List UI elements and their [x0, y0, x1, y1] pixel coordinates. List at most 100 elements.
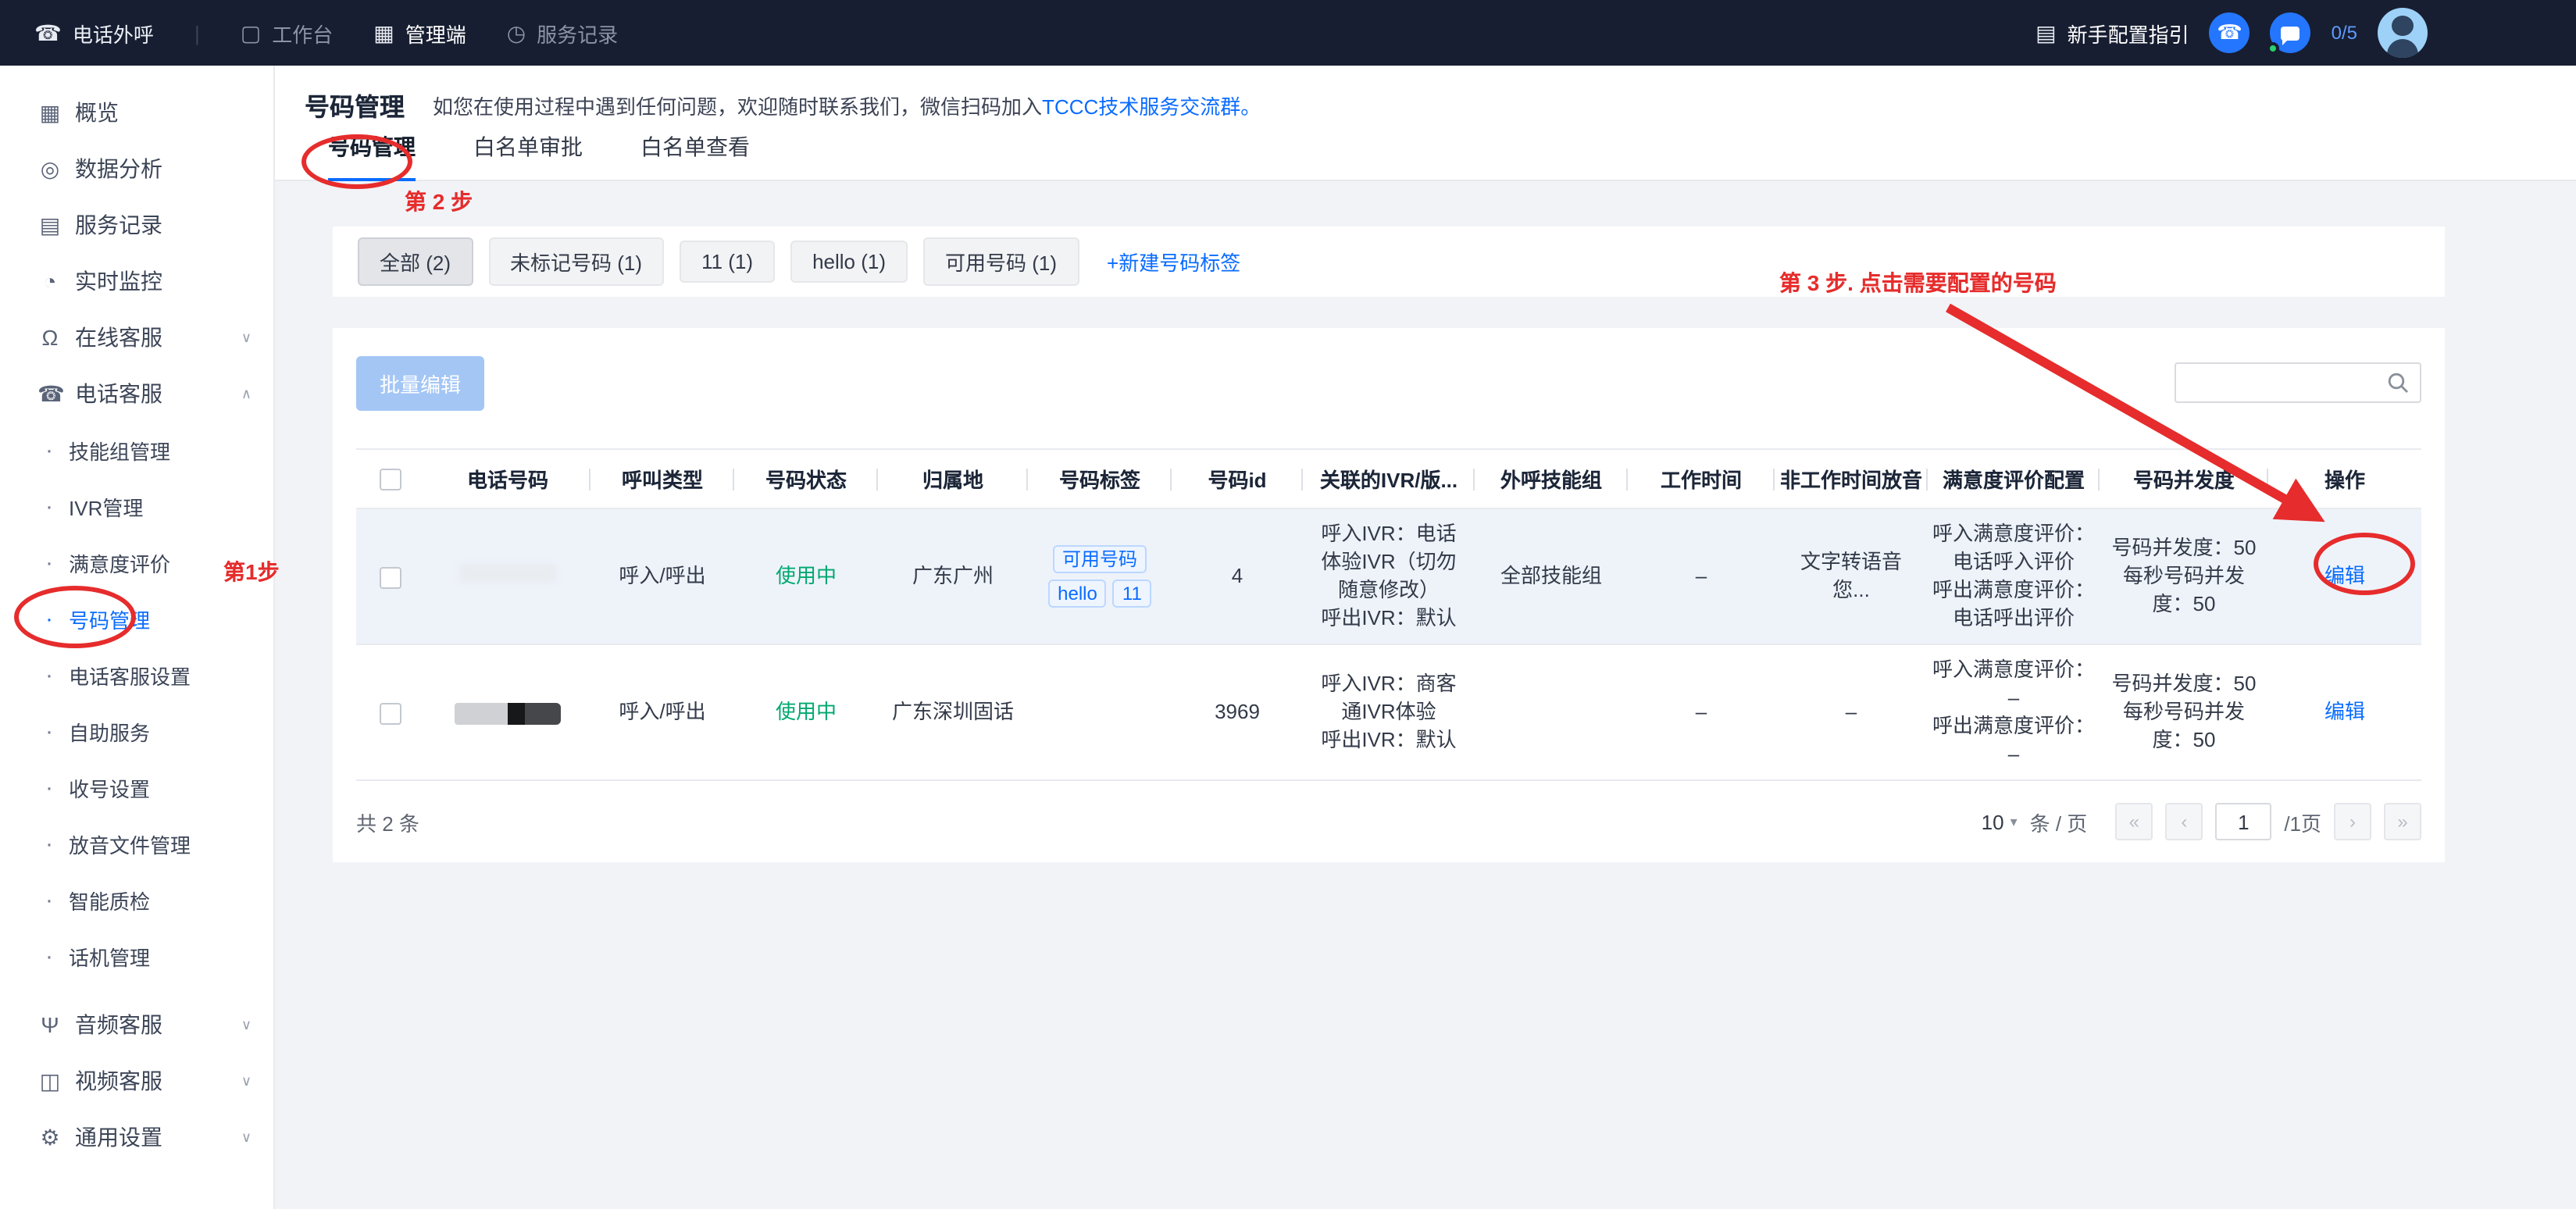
filter-chip-available[interactable]: 可用号码 (1) [923, 237, 1079, 286]
cell-tags: 可用号码 hello11 [1028, 508, 1172, 644]
sidebar-item-self-service[interactable]: · 自助服务 [0, 703, 273, 759]
sidebar-item-audio-service[interactable]: Ψ 音频客服 ∨ [0, 997, 273, 1053]
current-page-input[interactable]: 1 [2215, 803, 2271, 840]
search-box [2175, 362, 2421, 403]
topbar-right: ▤ 新手配置指引 ☎ 0/5 [2035, 8, 2576, 58]
nav-service-records[interactable]: ◷ 服务记录 [507, 18, 618, 48]
microphone-icon: Ψ [37, 1012, 62, 1037]
table-row: 呼入/呼出 使用中 广东广州 可用号码 hello11 4 呼入IVR：电话 体… [356, 508, 2421, 644]
phone-number-redacted [455, 702, 561, 724]
chevron-up-icon: ∧ [241, 385, 252, 402]
edit-link[interactable]: 编辑 [2324, 564, 2365, 587]
workbench-icon: ▢ [241, 20, 261, 46]
row-checkbox[interactable] [380, 566, 401, 588]
cell-skill-group [1475, 644, 1628, 780]
topbar: ☎ 电话外呼 | ▢ 工作台 ▦ 管理端 ◷ 服务记录 ▤ 新手配置指引 [0, 0, 2576, 66]
title-row: 号码管理 如您在使用过程中遇到任何问题，欢迎随时联系我们，微信扫码加入TCCC技… [275, 66, 2576, 123]
beginner-guide-button[interactable]: ▤ 新手配置指引 [2035, 18, 2189, 48]
number-table-card: 批量编辑 [333, 328, 2445, 862]
total-count: 共 2 条 [356, 807, 419, 836]
sidebar-item-phone-service[interactable]: ☎ 电话客服 ∧ [0, 366, 273, 422]
header-phone-number: 电话号码 [425, 449, 590, 508]
first-page-button[interactable]: « [2115, 803, 2153, 840]
cell-work-time: – [1628, 508, 1775, 644]
sidebar-item-overview[interactable]: ▦ 概览 [0, 84, 273, 141]
filter-chip-all[interactable]: 全部 (2) [358, 237, 473, 286]
guide-book-icon: ▤ [2035, 20, 2056, 46]
cell-work-time: – [1628, 644, 1775, 780]
status-badge: 使用中 [776, 700, 837, 723]
next-page-button[interactable]: › [2334, 803, 2371, 840]
chevron-down-icon: ∨ [241, 1016, 252, 1033]
edit-link[interactable]: 编辑 [2324, 700, 2365, 723]
phone-icon: ☎ [37, 380, 62, 407]
call-button[interactable]: ☎ [2210, 12, 2250, 53]
nav-workbench[interactable]: ▢ 工作台 [241, 18, 334, 48]
chat-button[interactable] [2271, 12, 2311, 53]
cell-call-type: 呼入/呼出 [590, 508, 734, 644]
filter-bar: 全部 (2) 未标记号码 (1) 11 (1) hello (1) 可用号码 (… [333, 226, 2445, 297]
new-tag-link[interactable]: +新建号码标签 [1107, 247, 1240, 276]
sidebar-item-data-analysis[interactable]: ◎ 数据分析 [0, 141, 273, 197]
sidebar-item-service-records[interactable]: ▤ 服务记录 [0, 197, 273, 253]
sidebar-item-satisfaction[interactable]: · 满意度评价 [0, 534, 273, 590]
sidebar-item-phone-device[interactable]: · 话机管理 [0, 928, 273, 984]
product-name: 电话外呼 [73, 18, 154, 48]
sidebar-item-video-service[interactable]: ◫ 视频客服 ∨ [0, 1053, 273, 1109]
phone-icon: ☎ [34, 20, 62, 46]
sidebar-item-skill-groups[interactable]: · 技能组管理 [0, 422, 273, 478]
video-camera-icon: ◫ [37, 1068, 62, 1094]
page-size-unit: 条 / 页 [2030, 807, 2088, 836]
page-title: 号码管理 [305, 86, 405, 123]
prev-page-button[interactable]: ‹ [2165, 803, 2203, 840]
sidebar-item-online-service[interactable]: Ω 在线客服 ∨ [0, 309, 273, 366]
last-page-button[interactable]: » [2384, 803, 2421, 840]
sidebar-item-ivr[interactable]: · IVR管理 [0, 478, 273, 534]
sidebar-item-phone-settings[interactable]: · 电话客服设置 [0, 647, 273, 703]
filter-chip-11[interactable]: 11 (1) [680, 241, 775, 283]
page-notice: 如您在使用过程中遇到任何问题，欢迎随时联系我们，微信扫码加入TCCC技术服务交流… [433, 90, 1261, 119]
bulk-edit-button[interactable]: 批量编辑 [356, 356, 484, 411]
search-input[interactable] [2176, 364, 2387, 401]
cell-satisfaction: 呼入满意度评价： – 呼出满意度评价： – [1928, 644, 2100, 780]
user-avatar[interactable] [2378, 8, 2428, 58]
topbar-left: ☎ 电话外呼 | ▢ 工作台 ▦ 管理端 ◷ 服务记录 [0, 18, 618, 48]
header-concurrency: 号码并发度 [2100, 449, 2268, 508]
sidebar-item-general-settings[interactable]: ⚙ 通用设置 ∨ [0, 1109, 273, 1165]
sidebar-item-number-management[interactable]: · 号码管理 [0, 590, 273, 647]
nav-admin[interactable]: ▦ 管理端 [373, 18, 466, 48]
product-switcher[interactable]: ☎ 电话外呼 [34, 18, 154, 48]
chevron-down-icon: ∨ [241, 1072, 252, 1090]
tab-whitelist-approval[interactable]: 白名单审批 [473, 131, 583, 181]
gear-icon: ⚙ [37, 1124, 62, 1150]
header-outbound-skill-group: 外呼技能组 [1475, 449, 1628, 508]
page-size-select[interactable]: 10 ▾ [1982, 810, 2018, 833]
tab-bar: 号码管理 白名单审批 白名单查看 [328, 131, 750, 181]
sidebar-item-quality-inspection[interactable]: · 智能质检 [0, 872, 273, 928]
sidebar-item-number-collection[interactable]: · 收号设置 [0, 759, 273, 815]
number-tag: hello [1048, 580, 1107, 608]
sidebar-item-audio-files[interactable]: · 放音文件管理 [0, 815, 273, 872]
tccc-group-link[interactable]: TCCC技术服务交流群。 [1042, 95, 1261, 118]
sidebar-item-realtime-monitor[interactable]: ◔ 实时监控 [0, 253, 273, 309]
filter-chip-untagged[interactable]: 未标记号码 (1) [488, 237, 664, 286]
select-all-checkbox[interactable] [380, 469, 401, 491]
bullet-icon: · [45, 605, 55, 632]
table-footer: 共 2 条 10 ▾ 条 / 页 « ‹ 1 /1页 › » [356, 803, 2421, 840]
bullet-icon: · [45, 437, 55, 463]
bullet-icon: · [45, 886, 55, 913]
search-icon[interactable] [2387, 372, 2420, 394]
filter-chip-hello[interactable]: hello (1) [790, 241, 908, 283]
row-checkbox[interactable] [380, 702, 401, 724]
cell-satisfaction: 呼入满意度评价： 电话呼入评价 呼出满意度评价： 电话呼出评价 [1928, 508, 2100, 644]
tab-whitelist-view[interactable]: 白名单查看 [640, 131, 750, 181]
page-header: 号码管理 如您在使用过程中遇到任何问题，欢迎随时联系我们，微信扫码加入TCCC技… [275, 66, 2576, 181]
tab-number-management[interactable]: 号码管理 [328, 131, 416, 181]
cell-offhours-audio: – [1775, 644, 1928, 780]
chat-quota: 0/5 [2332, 22, 2357, 44]
phone-number-blurred [459, 564, 556, 583]
cell-location: 广东广州 [878, 508, 1028, 644]
table-header-row: 电话号码 呼叫类型 号码状态 归属地 号码标签 号码id 关联的IVR/版...… [356, 449, 2421, 508]
phone-icon: ☎ [2217, 20, 2242, 45]
cell-skill-group: 全部技能组 [1475, 508, 1628, 644]
